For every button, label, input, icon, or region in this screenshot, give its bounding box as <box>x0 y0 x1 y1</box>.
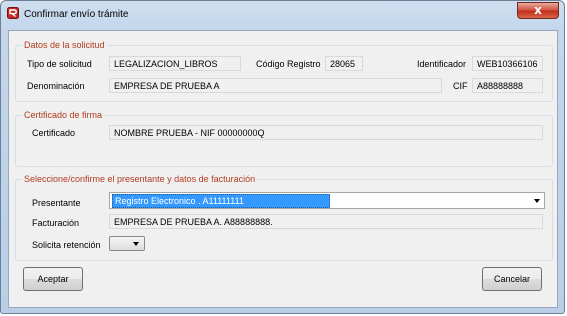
certificado-legend: Certificado de firma <box>22 110 105 120</box>
retencion-select[interactable] <box>109 236 145 251</box>
certificado-label: Certificado <box>32 128 76 138</box>
close-button[interactable]: x <box>517 2 559 19</box>
facturacion-legend: Seleccione/confirme el presentante y dat… <box>22 174 258 184</box>
app-icon <box>7 7 19 19</box>
codigo-label: Código Registro <box>256 59 321 69</box>
facturacion-label: Facturación <box>32 218 80 228</box>
cif-label: CIF <box>453 81 468 91</box>
presentante-selected: Registro Electronico . A11111111 <box>112 194 330 208</box>
cif-field: A88888888 <box>472 78 543 93</box>
cancel-button[interactable]: Cancelar <box>482 267 542 291</box>
denominacion-field: EMPRESA DE PRUEBA A <box>109 78 442 93</box>
presentante-select[interactable]: Registro Electronico . A11111111 <box>109 192 545 209</box>
solicitud-legend: Datos de la solicitud <box>22 40 107 50</box>
codigo-field: 28065 <box>325 56 363 71</box>
title-bar[interactable]: Confirmar envío trámite x <box>1 1 564 27</box>
identificador-field: WEB10366106 <box>472 56 543 71</box>
facturacion-group: Seleccione/confirme el presentante y dat… <box>15 174 553 261</box>
window-title: Confirmar envío trámite <box>24 9 129 20</box>
solicitud-group: Datos de la solicitud Tipo de solicitud … <box>15 40 553 102</box>
identificador-label: Identificador <box>417 59 467 69</box>
facturacion-field: EMPRESA DE PRUEBA A. A88888888. <box>109 214 543 229</box>
tipo-label: Tipo de solicitud <box>27 59 92 69</box>
certificado-group: Certificado de firma Certificado NOMBRE … <box>15 110 553 167</box>
chevron-down-icon <box>133 242 139 246</box>
retencion-label: Solicita retención <box>32 240 101 250</box>
certificado-field: NOMBRE PRUEBA - NIF 00000000Q <box>109 125 543 140</box>
chevron-down-icon <box>534 199 540 203</box>
close-icon: x <box>534 3 542 17</box>
dialog-body: Datos de la solicitud Tipo de solicitud … <box>8 30 558 308</box>
denominacion-label: Denominación <box>27 81 85 91</box>
dialog-window: Confirmar envío trámite x Datos de la so… <box>0 0 565 314</box>
accept-button[interactable]: Aceptar <box>23 267 83 291</box>
presentante-label: Presentante <box>32 198 81 208</box>
tipo-field: LEGALIZACION_LIBROS <box>109 56 241 71</box>
